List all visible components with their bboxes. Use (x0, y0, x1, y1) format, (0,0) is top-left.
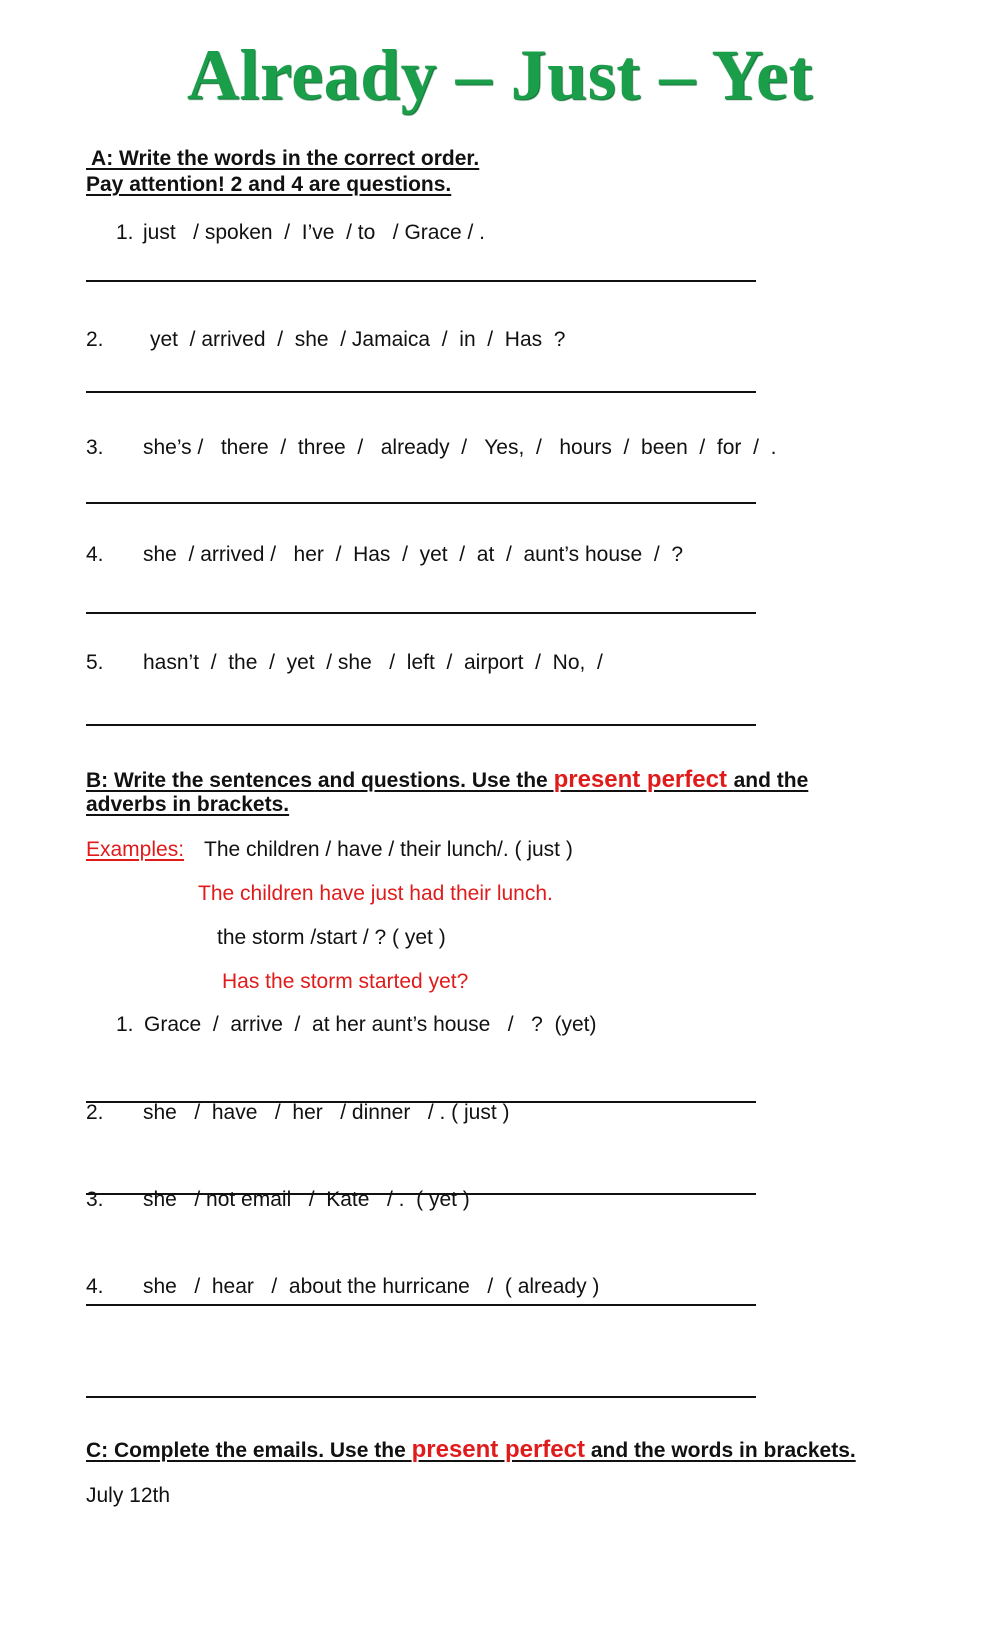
b-item-2-number: 2. (86, 1101, 104, 1124)
a-item-5-answer-line[interactable] (86, 724, 756, 726)
a-item-1-words: just / spoken / I’ve / to / Grace / . (143, 221, 485, 244)
section-a-subheading: Pay attention! 2 and 4 are questions. (86, 173, 452, 196)
section-c-heading-pre: C: Complete the emails. Use the (86, 1439, 412, 1462)
section-c-heading-post: and the words in brackets. (584, 1439, 856, 1462)
example-2-answer: Has the storm started yet? (222, 970, 469, 993)
a-item-1-answer-line[interactable] (86, 280, 756, 282)
a-item-2-number: 2. (86, 328, 104, 351)
example-1-answer: The children have just had their lunch. (198, 882, 553, 905)
example-1-prompt: The children / have / their lunch/. ( ju… (204, 838, 573, 861)
section-b-heading-pre: B: Write the sentences and questions. Us… (86, 769, 554, 792)
b-item-1-words: Grace / arrive / at her aunt’s house / ?… (144, 1013, 597, 1036)
section-b-heading-accent: present perfect (553, 766, 734, 793)
a-item-4-words: she / arrived / her / Has / yet / at / a… (143, 543, 684, 566)
a-item-2-words: yet / arrived / she / Jamaica / in / Has… (150, 328, 566, 351)
b-item-4-words: she / hear / about the hurricane / ( alr… (143, 1275, 600, 1298)
a-item-2-answer-line[interactable] (86, 391, 756, 393)
b-item-3-words: she / not email / Kate / . ( yet ) (143, 1188, 470, 1211)
a-item-4-answer-line[interactable] (86, 612, 756, 614)
section-b-heading: B: Write the sentences and questions. Us… (86, 766, 808, 794)
a-item-5-words: hasn’t / the / yet / she / left / airpor… (143, 651, 603, 674)
a-item-3-number: 3. (86, 436, 104, 459)
b-item-2-words: she / have / her / dinner / . ( just ) (143, 1101, 510, 1124)
example-2-prompt: the storm /start / ? ( yet ) (217, 926, 446, 949)
a-item-1-number: 1. (116, 221, 134, 244)
a-item-3-words: she’s / there / three / already / Yes, /… (143, 436, 777, 459)
section-b-heading-post: and the (733, 769, 809, 792)
section-c-heading-accent: present perfect (411, 1436, 585, 1463)
section-b-heading-line2: adverbs in brackets. (86, 793, 290, 816)
a-item-3-answer-line[interactable] (86, 502, 756, 504)
b-item-4-number: 4. (86, 1275, 104, 1298)
section-c-heading: C: Complete the emails. Use the present … (86, 1436, 856, 1464)
a-item-4-number: 4. (86, 543, 104, 566)
worksheet-title: Already – Just – Yet (187, 35, 813, 115)
b-item-4-answer-line[interactable] (86, 1396, 756, 1398)
b-item-1-number: 1. (116, 1013, 134, 1036)
section-a-heading: A: Write the words in the correct order. (86, 147, 480, 170)
a-item-5-number: 5. (86, 651, 104, 674)
email-date: July 12th (86, 1484, 171, 1507)
b-item-3-number: 3. (86, 1188, 104, 1211)
b-item-3-answer-line[interactable] (86, 1304, 756, 1306)
examples-label: Examples: (86, 838, 185, 861)
